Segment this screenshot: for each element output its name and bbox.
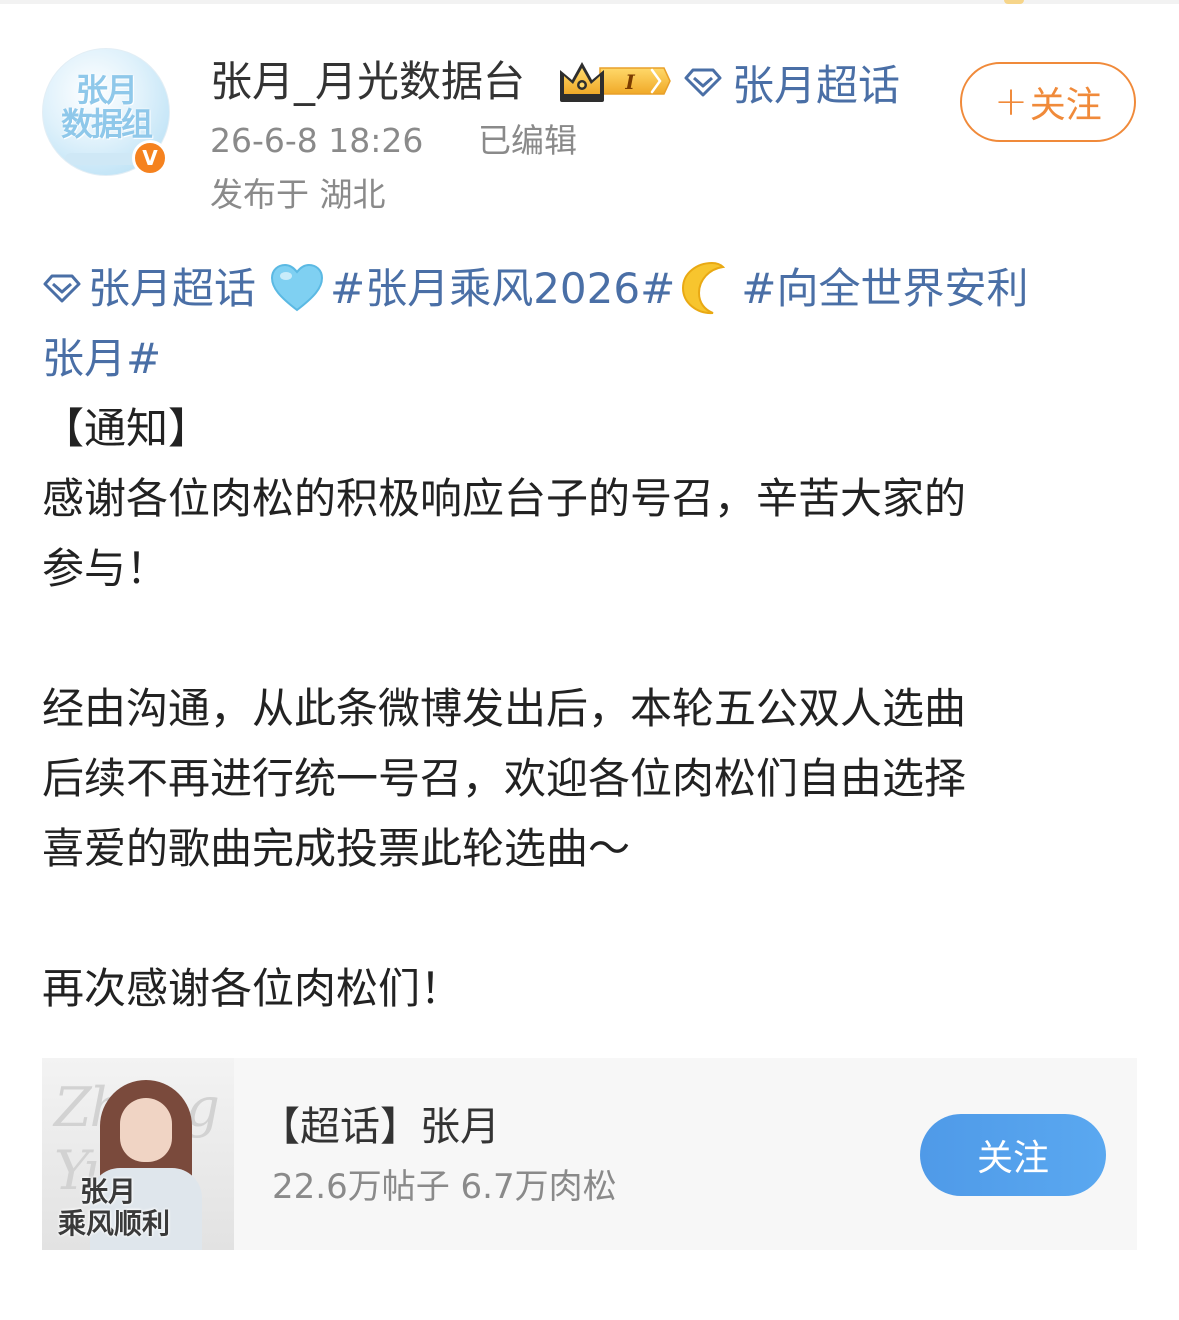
username[interactable]: 张月_月光数据台 <box>210 56 525 108</box>
cover-poster-text-1: 张月 <box>80 1175 137 1208</box>
paragraph-2-line-1: 经由沟通，从此条微博发出后，本轮五公双人选曲 <box>42 684 967 733</box>
plus-icon: + <box>994 79 1028 125</box>
paragraph-1-line-2: 参与！ <box>42 544 169 593</box>
notice-heading: 【通知】 <box>42 404 211 453</box>
cover-person-face <box>120 1098 172 1162</box>
supertopic-cover-image: Zhang Yue 张月 乘风顺利 <box>42 1058 234 1250</box>
hashtag-link-2-part2[interactable]: 张月# <box>42 324 1137 394</box>
top-indicator <box>1004 0 1024 4</box>
paragraph-1-line-1: 感谢各位肉松的积极响应台子的号召，辛苦大家的 <box>42 474 967 523</box>
super-topic-link[interactable]: 张月超话 <box>684 56 900 110</box>
supertopic-follow-button[interactable]: 关注 <box>920 1114 1106 1196</box>
supertopic-stats: 22.6万帖子 6.7万肉松 <box>272 1167 617 1207</box>
avatar-logo: 张月 数据组 <box>60 71 153 143</box>
supertopic-title: 【超话】张月 <box>260 1104 500 1150</box>
level-badge-text: I <box>624 70 635 94</box>
paragraph-2-line-3: 喜爱的歌曲完成投票此轮选曲～ <box>42 824 631 873</box>
top-divider <box>0 0 1179 4</box>
tags-line-1: 张月超话 #张月乘风2026# #向全世界安利 <box>42 254 1137 324</box>
moon-emoji-icon <box>682 261 726 314</box>
diamond-icon <box>684 68 722 97</box>
paragraph-3: 再次感谢各位肉松们！ <box>42 964 463 1013</box>
topic-tag-link[interactable]: 张月超话 <box>88 264 256 313</box>
supertopic-card[interactable]: Zhang Yue 张月 乘风顺利 【超话】张月 22.6万帖子 6.7万肉松 … <box>42 1058 1137 1250</box>
cover-poster-text-2: 乘风顺利 <box>58 1207 171 1240</box>
crown-icon[interactable]: I <box>556 58 672 104</box>
super-topic-link-label: 张月超话 <box>732 60 901 110</box>
hashtag-link-1[interactable]: #张月乘风2026# <box>330 264 675 313</box>
follow-button-label: 关注 <box>1029 85 1102 126</box>
post-content: 张月超话 #张月乘风2026# #向全世界安利 张月# 【通知】 感谢各位肉松的… <box>42 254 1137 1024</box>
hashtag-link-2-part1[interactable]: #向全世界安利 <box>741 264 1028 313</box>
diamond-icon <box>43 274 81 302</box>
edited-label[interactable]: 已编辑 <box>478 120 577 162</box>
post-location: 发布于 湖北 <box>210 175 386 214</box>
verified-icon: V <box>132 140 168 176</box>
supertopic-follow-label: 关注 <box>976 1138 1049 1179</box>
follow-button[interactable]: + 关注 <box>960 62 1136 142</box>
paragraph-2-line-2: 后续不再进行统一号召，欢迎各位肉松们自由选择 <box>42 754 967 803</box>
post-timestamp: 26-6-8 18:26 <box>210 121 424 160</box>
heart-emoji-icon <box>271 263 324 311</box>
cover-poster-text: 张月 乘风顺利 <box>58 1175 170 1240</box>
